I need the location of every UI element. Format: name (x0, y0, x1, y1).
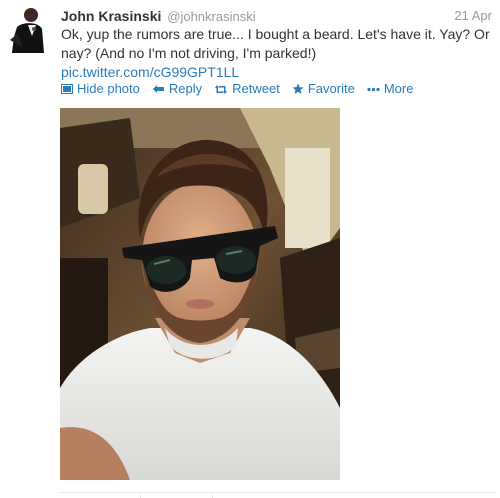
ellipsis-icon (367, 87, 380, 91)
tweet-text: Ok, yup the rumors are true... I bought … (61, 26, 490, 61)
photo-icon (61, 84, 73, 94)
favorite-label: Favorite (307, 81, 355, 96)
tweet-photo[interactable] (60, 108, 340, 480)
more-button[interactable]: More (367, 80, 414, 98)
tweet-header: John Krasinski @johnkrasinski 21 Apr (61, 7, 496, 25)
reply-label: Reply (168, 81, 203, 96)
star-icon (292, 83, 304, 94)
retweet-label: Retweet (232, 81, 280, 96)
footer-tick-right (212, 492, 213, 498)
retweet-button[interactable]: Retweet (214, 80, 280, 98)
selfie-photo (60, 108, 340, 480)
tweet-timestamp[interactable]: 21 Apr (454, 7, 492, 25)
retweet-icon (215, 84, 228, 94)
footer-tick-left (140, 492, 141, 498)
hide-photo-button[interactable]: Hide photo (61, 80, 140, 98)
more-label: More (383, 81, 414, 96)
avatar-image (4, 5, 48, 53)
author-name[interactable]: John Krasinski (61, 8, 161, 24)
avatar[interactable] (4, 5, 48, 53)
hide-photo-label: Hide photo (77, 81, 140, 96)
tweet-actions: Hide photo Reply Retweet Favorite More (61, 80, 413, 98)
reply-arrow-icon (152, 85, 164, 93)
tweet-divider (60, 492, 496, 493)
tweet-card: John Krasinski @johnkrasinski 21 Apr Ok,… (0, 0, 500, 498)
author-screen-name[interactable]: @johnkrasinski (167, 9, 255, 24)
favorite-button[interactable]: Favorite (292, 80, 355, 98)
reply-button[interactable]: Reply (152, 80, 202, 98)
